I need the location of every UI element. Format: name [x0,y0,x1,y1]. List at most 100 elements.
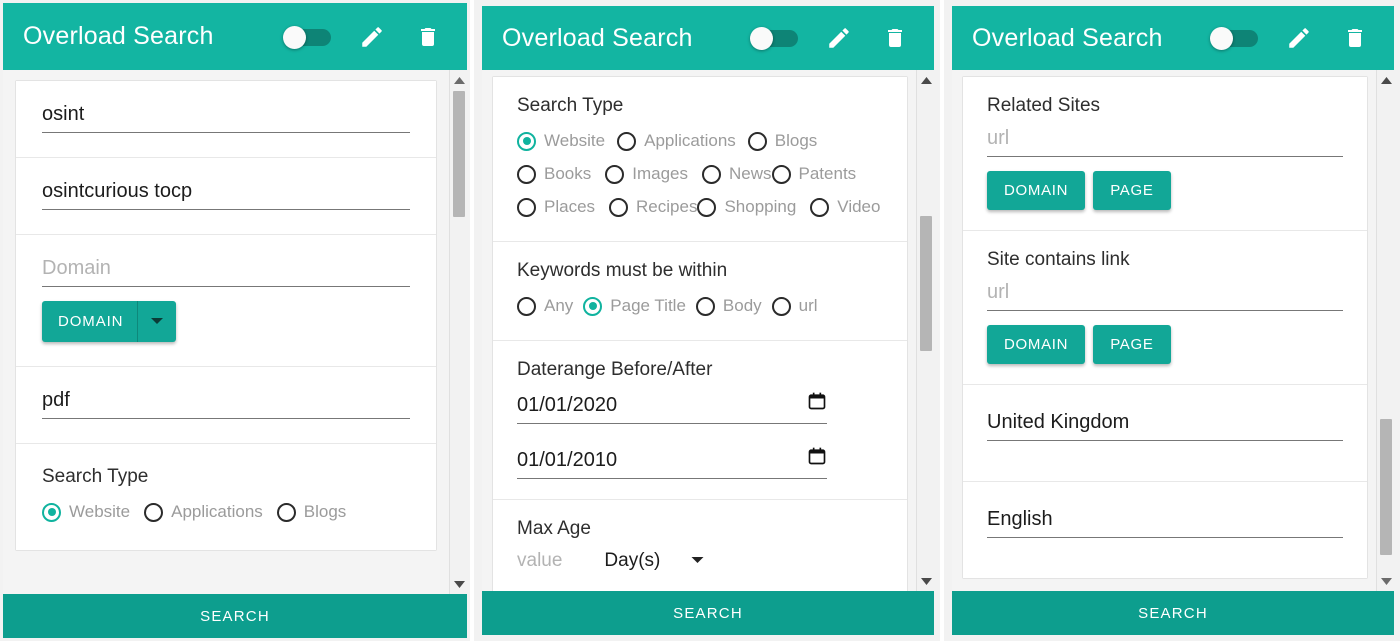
search-button[interactable]: SEARCH [3,594,467,638]
country-field[interactable]: United Kingdom [987,411,1343,441]
radio-places[interactable]: Places [517,193,595,221]
scroll-up-arrow-icon[interactable] [917,72,934,88]
scrollbar-thumb[interactable] [453,90,465,217]
daterange-section: Daterange Before/After 01/01/2020 01/01/… [493,341,907,500]
radio-url[interactable]: url [771,292,818,320]
radio-news[interactable]: News [702,160,772,188]
radio-shopping[interactable]: Shopping [697,193,796,221]
app-bar: Overload Search [482,6,934,70]
radio-applications[interactable]: Applications [617,127,736,155]
search-button-label: SEARCH [673,604,743,622]
scroll-up-arrow-icon[interactable] [450,72,467,88]
site-contains-link-url-input[interactable]: url [987,281,1343,311]
max-age-value-input[interactable]: value [517,550,562,572]
chevron-down-icon[interactable] [138,301,176,342]
toggle-knob [283,25,306,49]
radio-books[interactable]: Books [517,160,591,188]
radio-video[interactable]: Video [810,193,880,221]
related-sites-url-placeholder: url [987,127,1010,149]
scrollbar-thumb[interactable] [920,215,932,352]
panel-two-scrollbar[interactable] [916,70,934,591]
radio-dot-icon [617,131,637,151]
trash-icon[interactable] [413,22,443,52]
radio-recipes[interactable]: Recipes [609,193,697,221]
pencil-icon[interactable] [824,23,854,53]
panel-three-body: Related Sites url DOMAIN PAGE Site conta… [952,70,1394,591]
chevron-down-icon[interactable] [690,552,705,570]
domain-split-button[interactable]: DOMAIN [42,301,177,342]
pencil-icon[interactable] [1284,23,1314,53]
keyword1-field[interactable]: osint [42,103,410,133]
app-bar-actions [750,23,918,53]
scroll-down-arrow-icon[interactable] [917,573,934,589]
radio-blogs[interactable]: Blogs [276,498,346,526]
search-button[interactable]: SEARCH [482,591,934,635]
calendar-icon[interactable] [807,446,827,466]
search-button-label: SEARCH [1138,604,1208,622]
keywords-within-label: Keywords must be within [517,260,728,281]
domain-input[interactable]: Domain [42,257,410,287]
radio-label: Video [837,197,881,216]
calendar-icon[interactable] [807,391,827,411]
radio-dot-icon [810,197,830,217]
daterange-after-value: 01/01/2010 [517,449,618,471]
trash-icon[interactable] [1340,23,1370,53]
panel-two-body: Search Type Website Applications Blogs B… [482,70,934,591]
radio-label: Any [544,296,574,315]
radio-website[interactable]: Website [517,127,605,155]
radio-label: Images [632,164,688,183]
radio-blogs[interactable]: Blogs [747,127,817,155]
site-contains-link-page-button[interactable]: PAGE [1093,325,1171,364]
search-type-section: Search Type Website Applications [16,444,436,550]
search-button[interactable]: SEARCH [952,591,1394,635]
keyword2-field[interactable]: osintcurious tocp [42,180,410,210]
radio-applications[interactable]: Applications [144,498,263,526]
max-age-unit-select[interactable]: Day(s) [604,550,705,572]
related-sites-domain-button[interactable]: DOMAIN [987,171,1086,210]
daterange-before-field[interactable]: 01/01/2020 [517,391,827,424]
pencil-icon[interactable] [357,22,387,52]
app-bar-actions [1210,23,1378,53]
radio-label: News [729,164,772,183]
radio-patents[interactable]: Patents [771,160,856,188]
radio-page-title[interactable]: Page Title [583,292,686,320]
max-age-row: value Day(s) [517,550,883,572]
scroll-down-arrow-icon[interactable] [1377,573,1394,589]
scrollbar-thumb[interactable] [1380,419,1392,555]
filetype-field[interactable]: pdf [42,389,410,419]
radio-label: Website [69,502,131,521]
radio-website[interactable]: Website [42,498,130,526]
search-type-label: Search Type [517,95,624,116]
app-bar: Overload Search [952,6,1394,70]
panel-three-content: Related Sites url DOMAIN PAGE Site conta… [952,70,1376,591]
panel-two: Overload Search Search Type Website Appl… [474,0,940,641]
related-sites-page-button[interactable]: PAGE [1093,171,1171,210]
panel-three-scrollbar[interactable] [1376,70,1394,591]
radio-dot-icon [747,131,767,151]
panel-one-scrollbar[interactable] [449,70,467,594]
related-sites-url-input[interactable]: url [987,127,1343,157]
radio-images[interactable]: Images [605,160,688,188]
site-contains-link-domain-button[interactable]: DOMAIN [987,325,1086,364]
radio-any[interactable]: Any [517,292,573,320]
radio-dot-icon [771,296,791,316]
radio-label: Recipes [636,197,698,216]
radio-body[interactable]: Body [695,292,762,320]
toggle-switch-icon[interactable] [750,27,798,50]
search-type-section: Search Type Website Applications [493,77,907,242]
keyword2-value: osintcurious tocp [42,180,193,202]
keywords-within-section: Keywords must be within Any Page Title B… [493,242,907,341]
language-field[interactable]: English [987,508,1343,538]
daterange-after-field[interactable]: 01/01/2010 [517,446,827,479]
radio-dot-icon [42,502,61,522]
radio-label: Applications [171,502,263,521]
keywords-within-radio-group: Any Page Title Body url [517,292,883,320]
radio-label: Body [722,296,762,315]
toggle-switch-icon[interactable] [283,25,331,49]
scroll-up-arrow-icon[interactable] [1377,72,1394,88]
toggle-switch-icon[interactable] [1210,27,1258,50]
app-bar: Overload Search [3,3,467,70]
radio-dot-icon [517,296,536,316]
trash-icon[interactable] [880,23,910,53]
scroll-down-arrow-icon[interactable] [450,576,467,592]
